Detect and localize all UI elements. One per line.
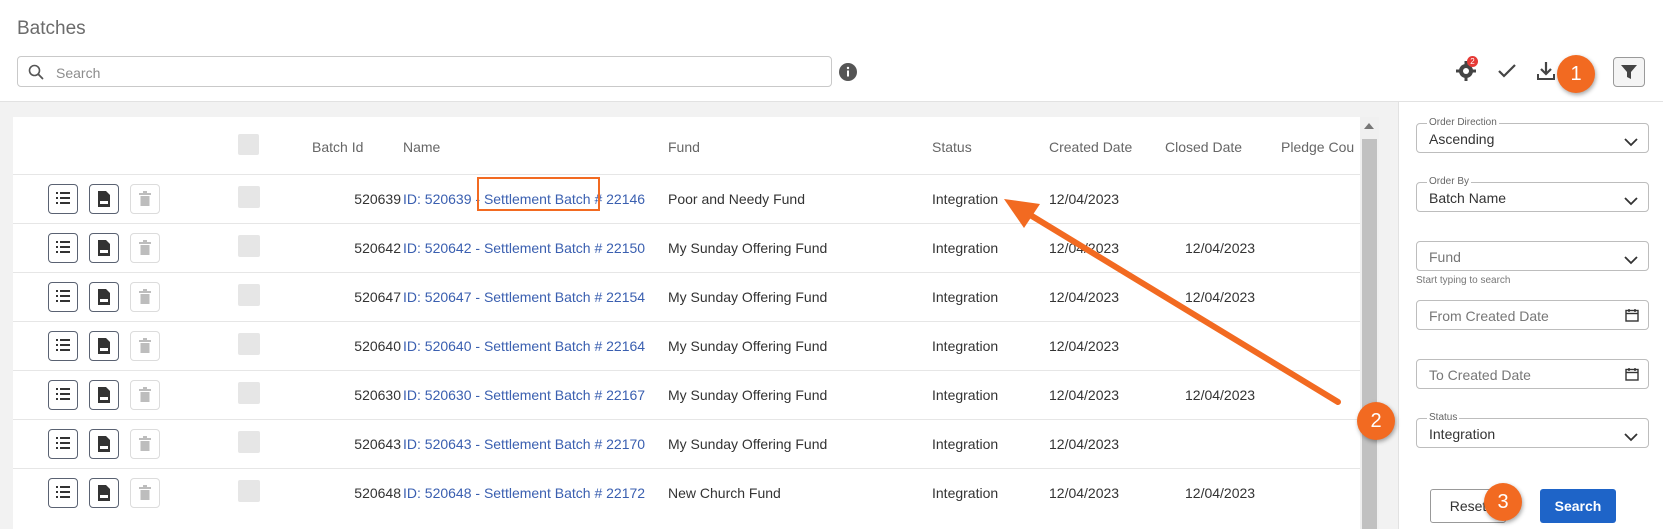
callout-1: 1 — [1557, 55, 1595, 93]
callout-2: 2 — [1357, 402, 1395, 440]
callout-3: 3 — [1484, 483, 1522, 521]
annotation-arrow — [1004, 199, 1341, 405]
